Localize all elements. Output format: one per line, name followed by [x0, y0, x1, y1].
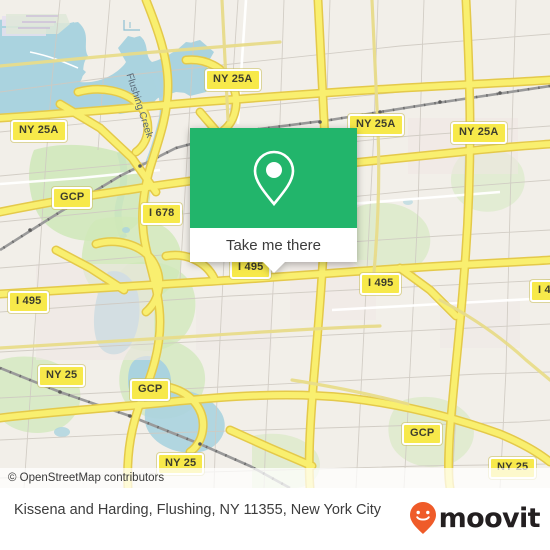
moovit-wordmark: moovit	[438, 502, 541, 534]
road-shield-i495-west[interactable]: I 495	[8, 291, 50, 313]
road-shield-ny25-west[interactable]: NY 25	[38, 365, 86, 387]
footer-bar: Kissena and Harding, Flushing, NY 11355,…	[0, 488, 550, 550]
popup-action-panel[interactable]: Take me there	[190, 228, 357, 273]
road-shield-i678[interactable]: I 678	[141, 203, 183, 225]
take-me-there-label: Take me there	[225, 236, 322, 254]
road-shield-ny25a-west[interactable]: NY 25A	[11, 120, 67, 142]
road-shield-ny25a-east[interactable]: NY 25A	[451, 122, 507, 144]
popup-icon-panel	[190, 128, 357, 228]
map-pin-icon	[253, 150, 294, 207]
moovit-pin-smiley-icon	[409, 502, 436, 534]
road-shield-i495-edge[interactable]: I 495	[530, 280, 550, 302]
road-shield-gcp-northwest[interactable]: GCP	[52, 187, 93, 209]
road-shield-ny25a-north[interactable]: NY 25A	[205, 69, 261, 91]
location-popup-card[interactable]: Take me there	[190, 128, 357, 273]
map-canvas[interactable]: Flushing Creek NY 25A NY 25A NY 25A NY 2…	[0, 0, 550, 488]
map-attribution[interactable]: © OpenStreetMap contributors	[0, 468, 550, 488]
popup-tail-pointer	[262, 262, 285, 273]
moovit-brand-logo[interactable]: moovit	[408, 500, 541, 535]
location-address-text: Kissena and Harding, Flushing, NY 11355,…	[14, 502, 382, 518]
road-shield-gcp-southeast[interactable]: GCP	[402, 423, 443, 445]
road-shield-i495-east[interactable]: I 495	[360, 273, 402, 295]
road-shield-gcp-southwest[interactable]: GCP	[130, 379, 171, 401]
